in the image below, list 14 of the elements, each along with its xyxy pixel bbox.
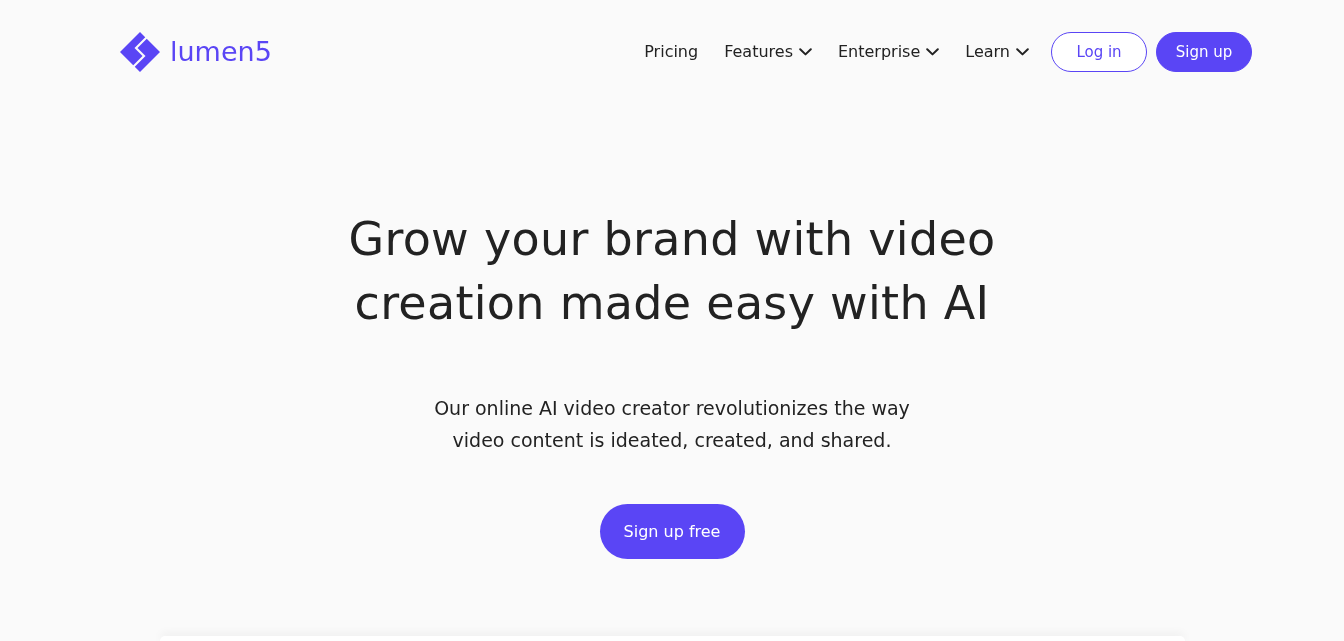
chevron-down-icon [1016, 48, 1029, 56]
login-button[interactable]: Log in [1051, 32, 1147, 72]
hero-subtitle: Our online AI video creator revolutionizes the way video content is ideated, created, and shared. [433, 396, 911, 453]
chevron-down-icon [926, 48, 940, 56]
signup-button[interactable]: Sign up [1156, 32, 1252, 72]
signup-free-button[interactable]: Sign up free [599, 504, 745, 559]
hero-title: Grow your brand with video creation made easy with AI [347, 211, 997, 332]
nav-dropdown[interactable]: Learn [965, 42, 1029, 62]
nav-link[interactable]: Pricing [644, 42, 699, 62]
logo-icon[interactable] [120, 32, 160, 72]
nav-dropdown[interactable]: Enterprise [837, 42, 940, 62]
brand-name[interactable]: lumen5 [170, 37, 272, 65]
chevron-down-icon [798, 48, 812, 56]
nav-dropdown[interactable]: Features [724, 42, 812, 62]
